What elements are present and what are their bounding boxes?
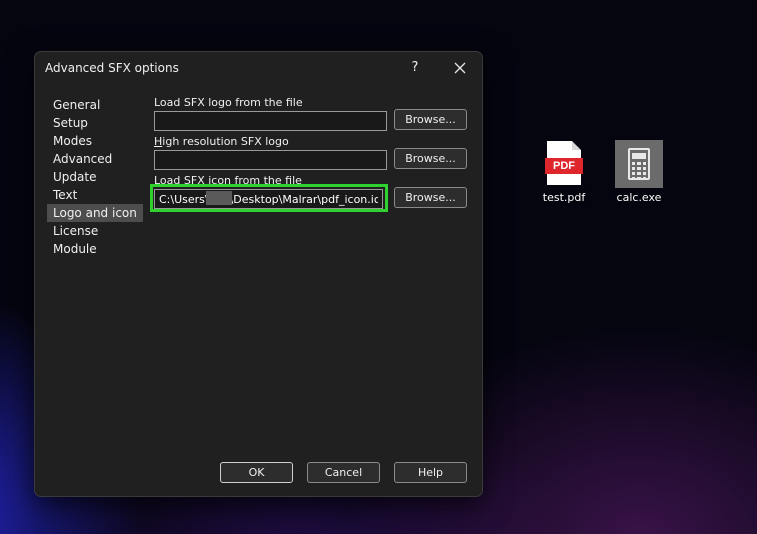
- close-icon[interactable]: [445, 55, 475, 81]
- hires-logo-label: High resolution SFX logo: [154, 135, 289, 148]
- help-button[interactable]: Help: [394, 462, 467, 483]
- calculator-icon: [615, 140, 663, 188]
- dialog-title: Advanced SFX options: [45, 61, 179, 75]
- help-question-icon[interactable]: ?: [401, 55, 429, 81]
- options-nav-list: General Setup Modes Advanced Update Text…: [47, 96, 143, 258]
- nav-item-update[interactable]: Update: [47, 168, 143, 186]
- nav-item-general[interactable]: General: [47, 96, 143, 114]
- nav-item-module[interactable]: Module: [47, 240, 143, 258]
- nav-item-license[interactable]: License: [47, 222, 143, 240]
- desktop-icon-label: calc.exe: [616, 191, 662, 204]
- desktop-icon-calc-exe[interactable]: calc.exe: [609, 140, 669, 204]
- cancel-button[interactable]: Cancel: [307, 462, 380, 483]
- ok-button[interactable]: OK: [220, 462, 293, 483]
- dialog-titlebar[interactable]: Advanced SFX options ?: [35, 52, 482, 84]
- nav-item-setup[interactable]: Setup: [47, 114, 143, 132]
- desktop-icon-test-pdf[interactable]: PDF test.pdf: [534, 141, 594, 204]
- sfx-logo-label: Load SFX logo from the file: [154, 96, 303, 109]
- highlight-box: [150, 184, 388, 212]
- nav-item-advanced[interactable]: Advanced: [47, 150, 143, 168]
- browse-logo-button[interactable]: Browse...: [394, 109, 467, 130]
- browse-hires-logo-button[interactable]: Browse...: [394, 148, 467, 169]
- advanced-sfx-options-dialog: Advanced SFX options ? General Setup Mod…: [34, 51, 483, 497]
- desktop-icon-label: test.pdf: [542, 191, 586, 204]
- pdf-badge: PDF: [545, 158, 583, 174]
- nav-item-text[interactable]: Text: [47, 186, 143, 204]
- nav-item-logo-and-icon[interactable]: Logo and icon: [47, 204, 143, 222]
- hires-label-text: igh resolution SFX logo: [162, 135, 289, 148]
- nav-item-modes[interactable]: Modes: [47, 132, 143, 150]
- sfx-logo-path-input[interactable]: [154, 111, 387, 131]
- browse-icon-button[interactable]: Browse...: [394, 187, 467, 208]
- pdf-file-icon: PDF: [545, 141, 583, 185]
- hires-logo-path-input[interactable]: [154, 150, 387, 170]
